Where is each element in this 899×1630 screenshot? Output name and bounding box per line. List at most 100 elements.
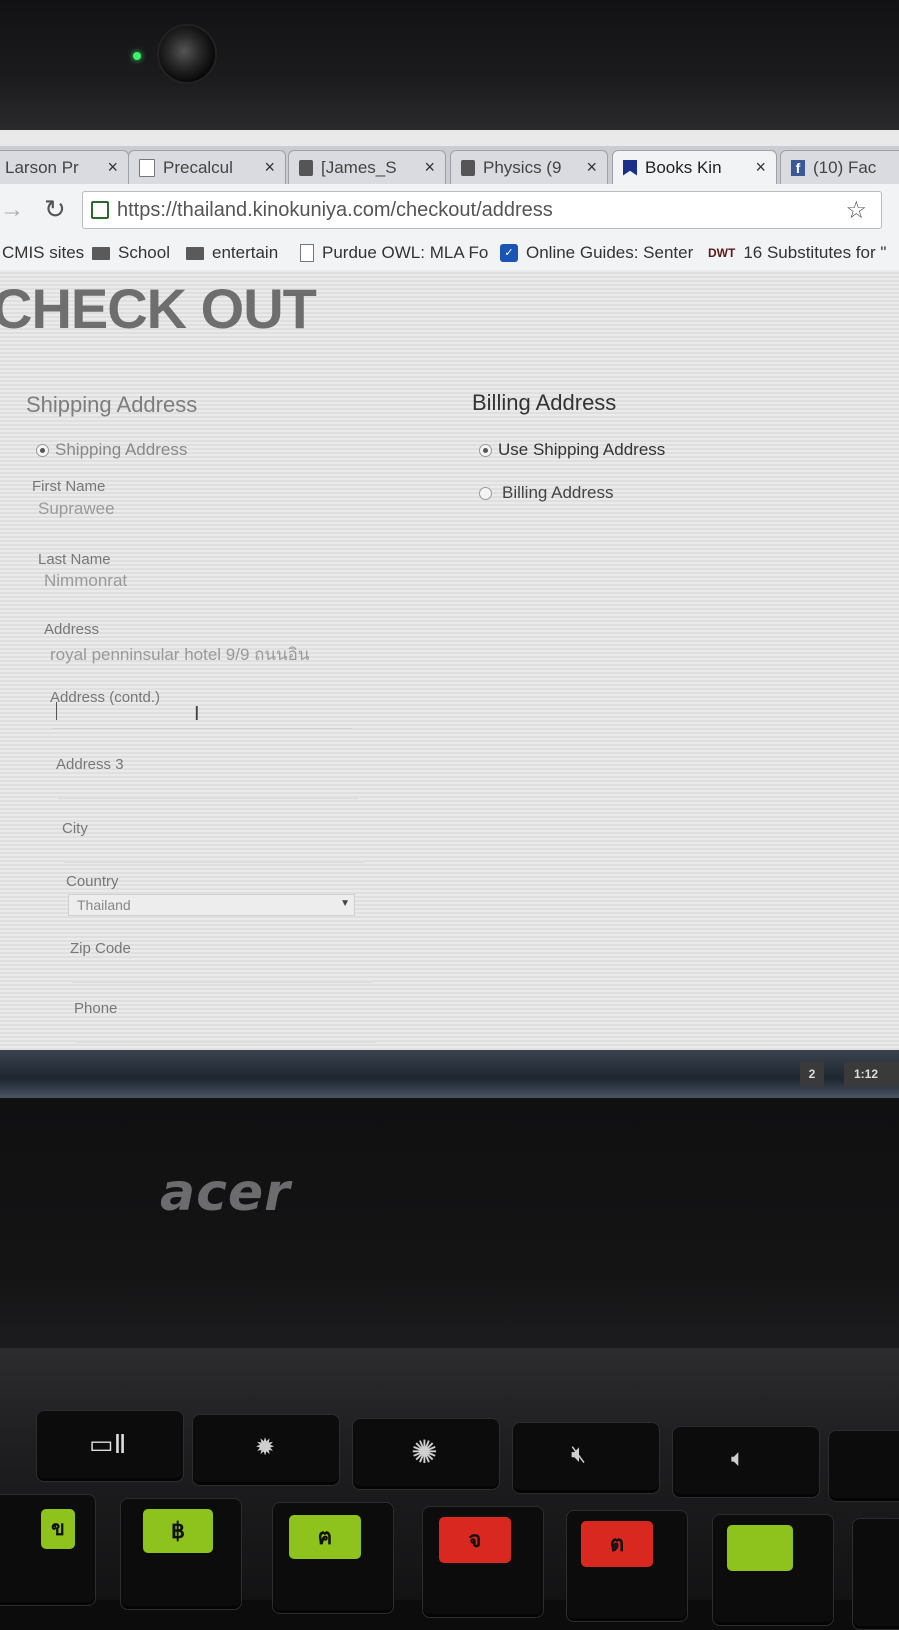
keyboard-key[interactable] (712, 1514, 834, 1626)
billing-address-heading: Billing Address (472, 390, 617, 415)
keyboard-key[interactable]: ฿ (120, 1498, 242, 1610)
radio-button[interactable] (479, 486, 492, 500)
key-sticker: ต (581, 1521, 653, 1567)
brightness-down-icon: ✹ (255, 1434, 276, 1461)
shipping-address-heading: Shipping Address (26, 392, 198, 417)
clock-time[interactable]: 1:12 (844, 1062, 899, 1086)
tab-close-icon[interactable]: × (424, 157, 435, 178)
bookmark-school[interactable]: School (92, 243, 170, 263)
city-field[interactable] (64, 834, 364, 863)
window-switch-key[interactable]: ▭Ⅱ (36, 1410, 184, 1482)
last-name-field[interactable]: Nimmonrat (44, 571, 127, 591)
bookmark-cmis-sites[interactable]: CMIS sites (2, 243, 84, 263)
back-arrow-icon[interactable]: → (0, 196, 24, 224)
laptop-bezel-top (0, 0, 899, 130)
checkout-page: CHECK OUT Shipping Address Billing Addre… (0, 270, 899, 1055)
key-sticker (727, 1525, 793, 1571)
volume-down-key[interactable]: 🔈︎ (672, 1426, 820, 1498)
tab-close-icon[interactable]: × (107, 157, 118, 178)
first-name-label: First Name (32, 478, 106, 495)
laptop-screen: Larson Pr × Precalcul × [James_S × Physi… (0, 130, 899, 1125)
tab-close-icon[interactable]: × (755, 157, 766, 178)
image-icon (461, 159, 475, 176)
ibeam-cursor-icon: I (194, 703, 200, 725)
address-3-field[interactable] (58, 770, 358, 799)
brightness-up-key[interactable]: ✺ (352, 1418, 500, 1490)
tab-title: [James_S (321, 157, 397, 177)
keyboard-key[interactable]: ต (566, 1510, 688, 1622)
tab-larson[interactable]: Larson Pr × (0, 150, 129, 184)
tab-close-icon[interactable]: × (264, 157, 275, 178)
bookmark-label: School (118, 243, 170, 262)
bookmark-entertain[interactable]: entertain (186, 243, 278, 263)
page-title: CHECK OUT (0, 277, 317, 340)
bookmark-icon (623, 159, 637, 176)
text-caret (56, 702, 57, 720)
radio-button[interactable] (36, 443, 49, 457)
bookmark-label: entertain (212, 243, 279, 262)
bookmark-label: 16 Substitutes for " (743, 243, 887, 262)
image-icon (299, 159, 313, 176)
laptop-bezel-bottom (0, 1098, 899, 1348)
bookmark-online-guides[interactable]: ✓ Online Guides: Senter (500, 243, 693, 263)
country-select[interactable]: Thailand ▼ (68, 894, 355, 916)
tab-books-kinokuniya[interactable]: Books Kin × (612, 150, 777, 184)
keyboard-key[interactable] (852, 1518, 899, 1630)
key-sticker: ฅ (289, 1515, 361, 1559)
tab-close-icon[interactable]: × (586, 157, 597, 178)
browser-toolbar: → ↻ https://thailand.kinokuniya.com/chec… (0, 184, 899, 237)
keyboard-key[interactable]: จ (422, 1506, 544, 1618)
use-shipping-address-radio-option[interactable]: Use Shipping Address (479, 440, 665, 460)
dwt-icon: DWT (708, 246, 736, 260)
keyboard-key[interactable]: ฅ (272, 1502, 394, 1614)
window-switch-icon: ▭Ⅱ (89, 1429, 127, 1459)
mute-key[interactable]: 🔇︎ (512, 1422, 660, 1494)
lock-icon (91, 201, 109, 219)
tab-precalculus[interactable]: Precalcul × (128, 150, 286, 184)
browser-tab-strip: Larson Pr × Precalcul × [James_S × Physi… (0, 146, 899, 185)
tab-facebook[interactable]: f (10) Fac (780, 150, 899, 184)
reload-icon[interactable]: ↻ (44, 194, 66, 225)
bookmarks-bar: CMIS sites School entertain Purdue OWL: … (0, 236, 899, 271)
guide-icon: ✓ (500, 244, 518, 262)
bookmark-label: Online Guides: Senter (526, 243, 694, 262)
tab-physics[interactable]: Physics (9 × (450, 150, 608, 184)
webcam-indicator-light (133, 52, 141, 60)
radio-label: Billing Address (502, 483, 614, 502)
country-label: Country (66, 873, 119, 890)
bookmark-star-icon[interactable]: ☆ (845, 196, 867, 225)
key-sticker: ข (41, 1509, 75, 1549)
url-text[interactable]: https://thailand.kinokuniya.com/checkout… (117, 199, 553, 222)
address-field[interactable]: royal penninsular hotel 9/9 ถนนอิน (50, 641, 310, 668)
address-label: Address (44, 621, 100, 638)
webcam-icon (157, 24, 217, 84)
brightness-down-key[interactable]: ✹ (192, 1414, 340, 1486)
os-shelf: 2 1:12 (0, 1050, 899, 1098)
dropdown-arrow-icon: ▼ (340, 898, 350, 909)
doc-icon (139, 158, 155, 177)
tab-james[interactable]: [James_S × (288, 150, 446, 184)
tab-title: Larson Pr (5, 157, 79, 177)
first-name-field[interactable]: Suprawee (38, 499, 115, 519)
mute-icon: 🔇︎ (571, 1441, 587, 1468)
key-sticker: ฿ (143, 1509, 213, 1553)
billing-address-radio-option[interactable]: Billing Address (479, 483, 614, 503)
bookmark-label: Purdue OWL: MLA Fo (322, 243, 489, 262)
radio-button[interactable] (479, 443, 492, 457)
bookmark-purdue-owl[interactable]: Purdue OWL: MLA Fo (300, 243, 488, 263)
folder-icon (92, 246, 110, 260)
notification-count-badge[interactable]: 2 (800, 1062, 824, 1086)
key-sticker: จ (439, 1517, 511, 1563)
address-bar[interactable]: https://thailand.kinokuniya.com/checkout… (82, 191, 882, 229)
radio-label: Shipping Address (55, 440, 188, 459)
shipping-address-radio-option[interactable]: Shipping Address (36, 440, 187, 460)
phone-field[interactable] (76, 1014, 376, 1043)
volume-up-key[interactable] (828, 1430, 899, 1502)
bookmark-16-substitutes[interactable]: DWT 16 Substitutes for " (708, 243, 886, 263)
doc-icon (300, 244, 314, 262)
zip-code-field[interactable] (72, 954, 372, 983)
keyboard-key[interactable]: ข (0, 1494, 96, 1606)
folder-icon (186, 246, 204, 260)
bookmark-label: CMIS sites (2, 243, 85, 262)
address-contd-field[interactable] (52, 700, 352, 729)
